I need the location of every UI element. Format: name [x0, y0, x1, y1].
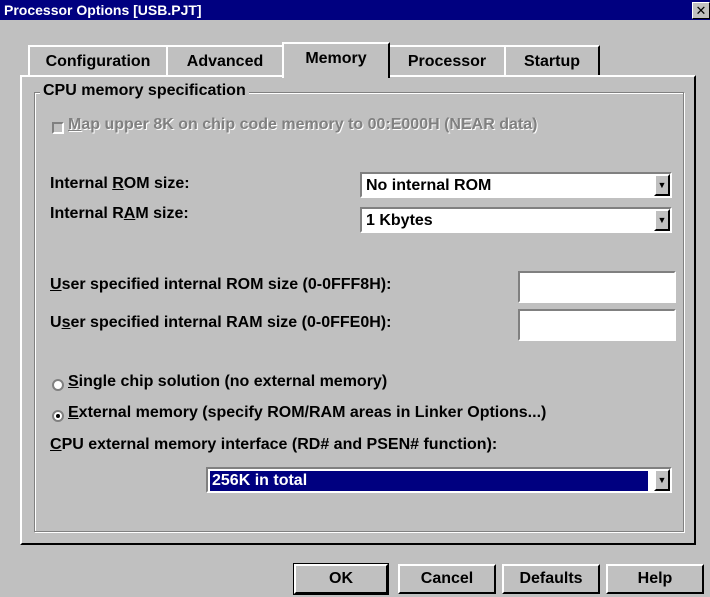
- internal-rom-select[interactable]: No internal ROM ▼: [360, 172, 672, 198]
- tab-label: Startup: [524, 53, 580, 70]
- single-chip-label[interactable]: Single chip solution (no external memory…: [68, 373, 387, 391]
- ext-interface-select[interactable]: 256K in total ▼: [206, 467, 672, 493]
- internal-rom-value: No internal ROM: [366, 177, 492, 194]
- ext-interface-value: 256K in total: [210, 471, 648, 491]
- single-chip-radio[interactable]: [52, 379, 64, 391]
- user-rom-label: User specified internal ROM size (0-0FFF…: [50, 276, 392, 293]
- window-title: Processor Options [USB.PJT]: [4, 2, 202, 18]
- internal-ram-label: Internal RAM size:: [50, 205, 189, 222]
- dropdown-arrow-icon[interactable]: ▼: [654, 209, 670, 231]
- close-button[interactable]: ✕: [692, 2, 710, 19]
- external-memory-label[interactable]: External memory (specify ROM/RAM areas i…: [68, 404, 546, 422]
- help-button[interactable]: Help: [606, 564, 704, 594]
- tab-startup[interactable]: Startup: [504, 45, 600, 75]
- map-upper-label: Map upper 8K on chip code memory to 00:E…: [68, 116, 538, 133]
- tab-label: Processor: [407, 53, 487, 70]
- ok-button[interactable]: OK: [293, 563, 389, 595]
- user-rom-input[interactable]: [518, 271, 676, 303]
- internal-ram-select[interactable]: 1 Kbytes ▼: [360, 207, 672, 233]
- user-ram-input[interactable]: [518, 309, 676, 341]
- internal-rom-label: Internal ROM size:: [50, 175, 190, 192]
- tab-advanced[interactable]: Advanced: [166, 45, 284, 75]
- tab-configuration[interactable]: Configuration: [28, 45, 168, 75]
- cancel-button[interactable]: Cancel: [398, 564, 496, 594]
- group-label: CPU memory specification: [40, 82, 249, 100]
- tab-label: Advanced: [186, 53, 264, 70]
- dropdown-arrow-icon[interactable]: ▼: [654, 174, 670, 196]
- user-ram-label: User specified internal RAM size (0-0FFE…: [50, 314, 392, 331]
- title-bar: Processor Options [USB.PJT] ✕: [0, 0, 710, 20]
- ext-interface-label: CPU external memory interface (RD# and P…: [50, 436, 498, 453]
- internal-ram-value: 1 Kbytes: [366, 212, 433, 229]
- dropdown-arrow-icon[interactable]: ▼: [654, 469, 670, 491]
- tab-label: Configuration: [45, 53, 151, 70]
- tab-label: Memory: [305, 50, 367, 67]
- defaults-button[interactable]: Defaults: [502, 564, 600, 594]
- external-memory-radio[interactable]: [52, 410, 64, 422]
- map-upper-checkbox[interactable]: [52, 122, 64, 134]
- tab-processor[interactable]: Processor: [388, 45, 506, 75]
- tab-memory[interactable]: Memory: [282, 42, 390, 78]
